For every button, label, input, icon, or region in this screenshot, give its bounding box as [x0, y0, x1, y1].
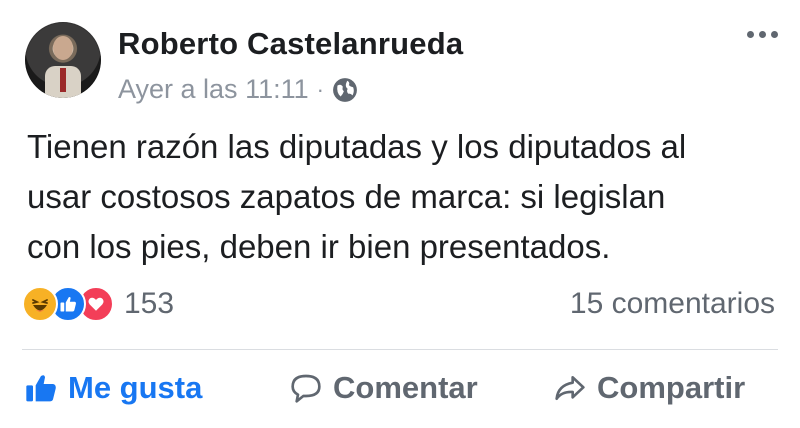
post-timestamp[interactable]: Ayer a las 11:11: [118, 74, 309, 105]
reactions-summary[interactable]: 153: [22, 286, 174, 322]
post-meta: Ayer a las 11:11 ·: [118, 74, 358, 105]
post-text: Tienen razón las diputadas y los diputad…: [27, 128, 687, 265]
more-options-button[interactable]: [747, 24, 778, 44]
haha-reaction-icon: [22, 286, 58, 322]
reaction-count: 153: [124, 287, 175, 320]
comment-button[interactable]: Comentar: [289, 362, 478, 414]
meta-separator: ·: [316, 76, 324, 102]
share-button[interactable]: Compartir: [553, 362, 745, 414]
comment-bubble-icon: [291, 374, 321, 403]
author-name[interactable]: Roberto Castelanrueda: [118, 26, 463, 62]
avatar[interactable]: [25, 22, 101, 98]
globe-icon[interactable]: [332, 77, 358, 103]
like-button[interactable]: Me gusta: [24, 362, 202, 414]
share-arrow-icon: [555, 376, 585, 400]
comment-button-label: Comentar: [333, 370, 478, 405]
divider: [22, 349, 778, 350]
more-dot-icon: [771, 30, 778, 38]
action-bar: Me gusta Comentar Compartir: [0, 362, 800, 414]
like-button-label: Me gusta: [68, 370, 203, 405]
avatar-head: [53, 36, 73, 60]
comments-count-link[interactable]: 15 comentarios: [570, 287, 775, 321]
avatar-tie: [60, 68, 66, 92]
share-button-label: Compartir: [597, 370, 746, 405]
more-dot-icon: [747, 30, 754, 38]
thumbs-up-icon: [26, 375, 56, 402]
more-dot-icon: [759, 30, 766, 38]
